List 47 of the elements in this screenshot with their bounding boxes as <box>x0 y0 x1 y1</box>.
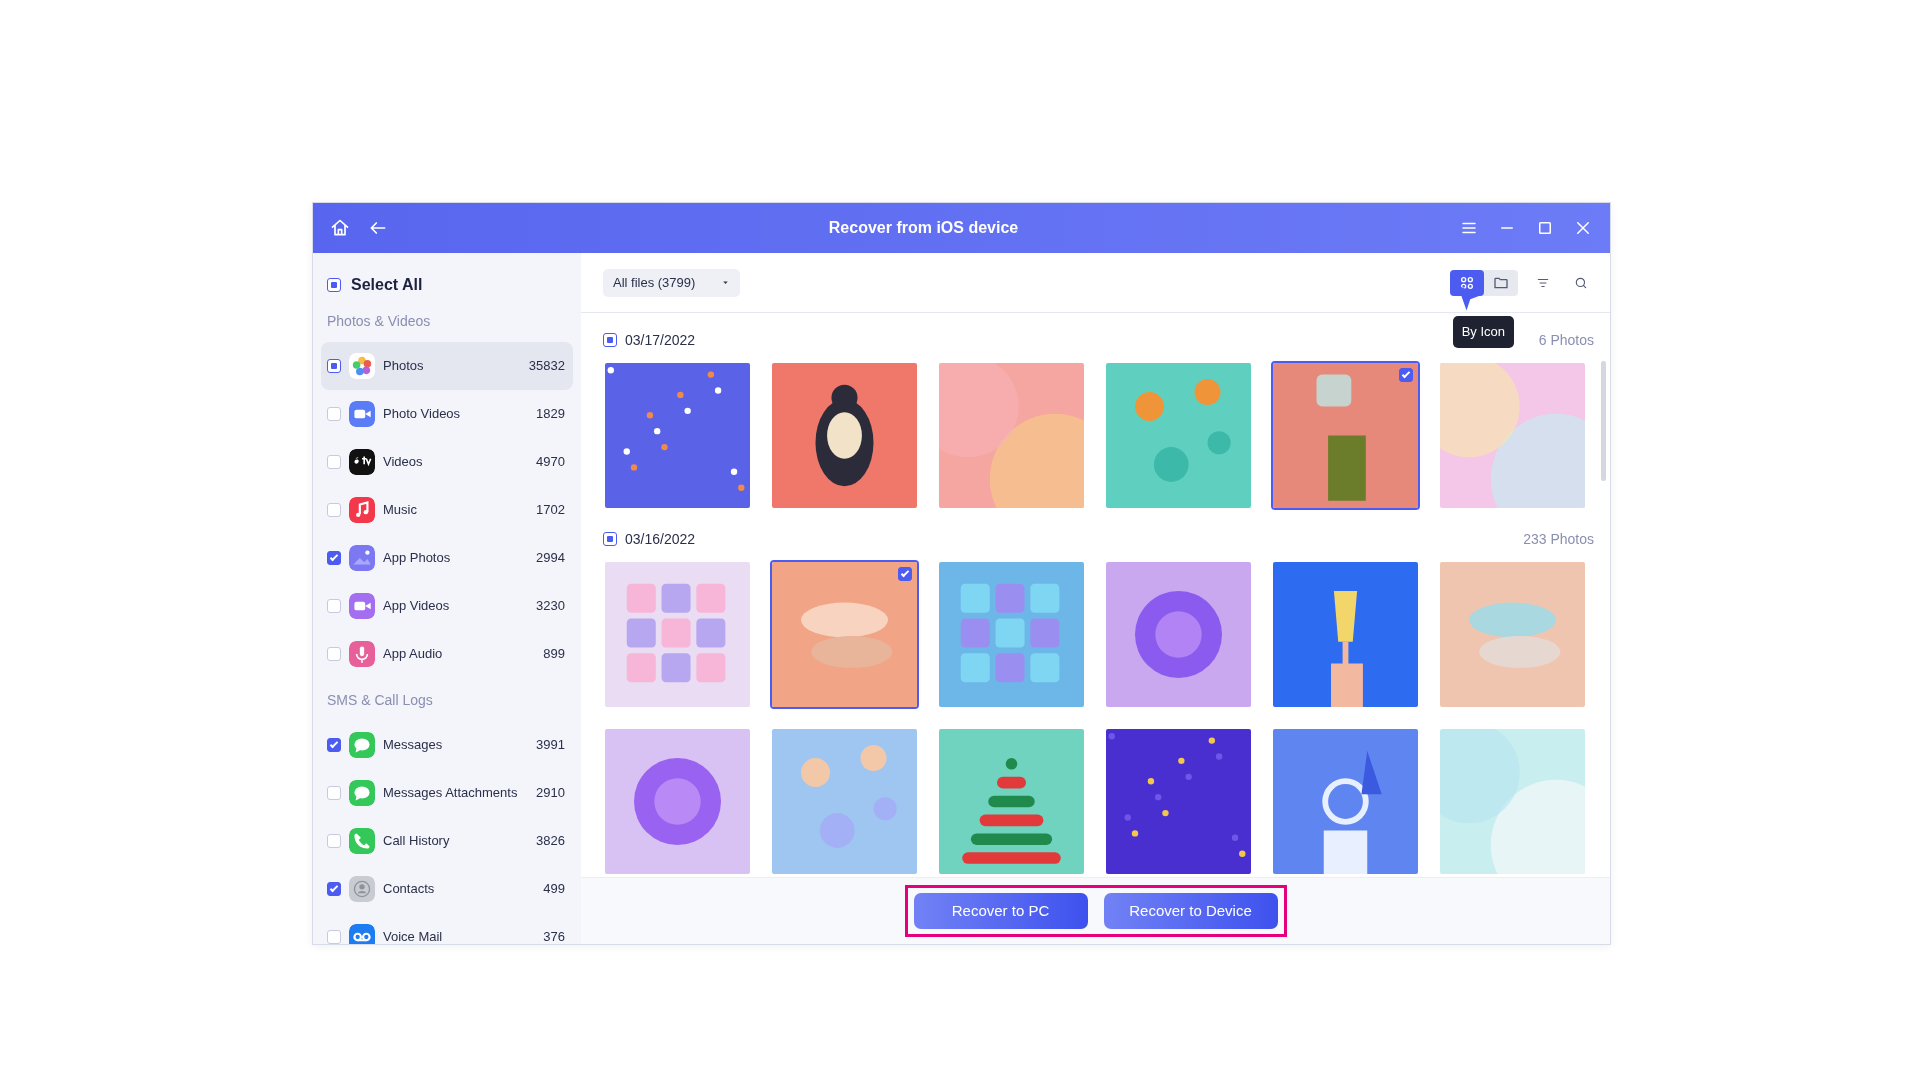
checkbox[interactable] <box>898 567 912 581</box>
checkbox[interactable] <box>603 532 617 546</box>
image-icon <box>349 545 375 571</box>
checkbox[interactable] <box>1399 368 1413 382</box>
date-heading: 03/16/2022 <box>625 529 696 549</box>
checkbox[interactable] <box>327 359 341 373</box>
microphone-icon <box>349 641 375 667</box>
section-heading: SMS & Call Logs <box>326 691 434 710</box>
date-heading: 03/17/2022 <box>625 330 696 350</box>
contact-card-icon <box>349 876 375 902</box>
sidebar-item[interactable]: App Photos 2994 <box>321 534 573 582</box>
checkbox[interactable] <box>603 333 617 347</box>
checkbox[interactable] <box>327 738 341 752</box>
select-all-label: Select All <box>351 275 423 295</box>
sidebar-item[interactable]: Call History 3826 <box>321 817 573 865</box>
caret-icon <box>721 278 731 287</box>
video-camera-icon <box>349 593 375 619</box>
sidebar-item[interactable]: Photos 35832 <box>321 342 573 390</box>
chat-bubble-icon <box>349 732 375 758</box>
section-heading: Photos & Videos <box>326 312 432 331</box>
recover-button[interactable]: Recover to PC <box>913 893 1088 929</box>
photo-count: 6 Photos <box>1538 330 1594 350</box>
tooltip: By Icon <box>1452 316 1514 348</box>
sidebar-item[interactable]: Photo Videos 1829 <box>321 390 573 438</box>
sidebar-item[interactable]: Voice Mail 376 <box>321 913 573 944</box>
sidebar-item[interactable]: Messages 3991 <box>321 721 573 769</box>
phone-icon <box>349 828 375 854</box>
checkbox[interactable] <box>327 278 341 292</box>
checkbox[interactable] <box>327 882 341 896</box>
window-title: Recover from iOS device <box>827 218 1020 238</box>
sidebar-item[interactable]: Videos 4970 <box>321 438 573 486</box>
sidebar-item[interactable]: App Audio 899 <box>321 630 573 678</box>
photos-app-icon <box>349 353 375 379</box>
sidebar-item[interactable]: App Videos 3230 <box>321 582 573 630</box>
home-icon[interactable] <box>329 217 351 239</box>
checkbox[interactable] <box>327 551 341 565</box>
tv-app-icon <box>349 449 375 475</box>
file-filter-dropdown[interactable]: All files (3799) <box>603 268 741 297</box>
grid-view-icon <box>1459 274 1475 291</box>
chat-bubble-icon <box>349 780 375 806</box>
photo-count: 233 Photos <box>1523 529 1594 549</box>
video-camera-icon <box>349 401 375 427</box>
music-note-icon <box>349 497 375 523</box>
sidebar-item[interactable]: Messages Attachments 2910 <box>321 769 573 817</box>
sidebar-item[interactable]: Music 1702 <box>321 486 573 534</box>
recover-button[interactable]: Recover to Device <box>1103 893 1278 929</box>
sidebar-item[interactable]: Contacts 499 <box>321 865 573 913</box>
